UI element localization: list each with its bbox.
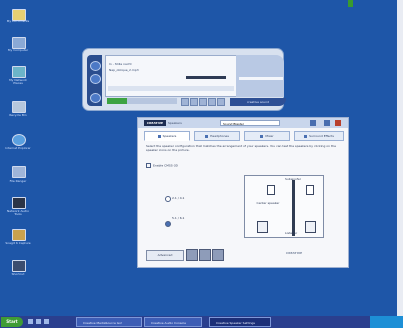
volume-slider[interactable]: [239, 77, 283, 80]
headphones-icon: [205, 134, 209, 138]
tab-surround-effects[interactable]: Surround Effects: [294, 131, 344, 141]
pause-icon[interactable]: [199, 98, 207, 106]
eject-icon[interactable]: [217, 98, 225, 106]
shortcut-icon[interactable]: [12, 260, 26, 272]
track-title: In - Stille nacht: [109, 62, 132, 66]
media-player: In - Stille nacht Nap_oblique_2.mp3 crea…: [78, 47, 286, 111]
radio-label: 5.1 / 6.1: [172, 216, 185, 220]
previous-icon[interactable]: [181, 98, 189, 106]
capture-tool-icon[interactable]: [12, 229, 26, 241]
minimize-icon[interactable]: [324, 120, 330, 126]
mixer-icon: [260, 134, 264, 138]
tab-headphones[interactable]: Headphones: [194, 131, 240, 141]
center-speaker-label: Center speaker: [256, 201, 280, 205]
desktop-icon-label: My Documents: [6, 19, 30, 23]
rear-right-speaker-icon[interactable]: [305, 221, 316, 233]
power-icon[interactable]: [90, 93, 101, 103]
radio-option-2[interactable]: [165, 221, 171, 227]
desktop-icon-label: Snagit 6 Capture: [5, 241, 31, 245]
listener-label: Listener: [285, 231, 298, 235]
description-text: Select the speaker configuration that ma…: [146, 144, 336, 152]
tab-speakers[interactable]: Speakers: [144, 131, 190, 141]
speaker-settings-window: CREATIVE Speakers Sound Blaster Speakers…: [137, 117, 349, 268]
cmss-checkbox[interactable]: Enable CMSS-3D: [146, 163, 178, 168]
player-brand: creative sound: [230, 98, 286, 106]
next-icon[interactable]: [208, 98, 216, 106]
front-left-speaker-icon[interactable]: [267, 185, 275, 195]
network-icon[interactable]: [12, 66, 26, 78]
desktop-icon-label: Network Audio Tools: [6, 209, 29, 216]
desktop-icon-label: File Ranger: [9, 179, 27, 183]
desktop-icon-label: My Network Places: [9, 78, 27, 85]
desktop-icon-label: Recycle Bin: [9, 113, 27, 117]
desktop-icon-label: Shortcut: [11, 272, 25, 276]
checkbox-label: Enable CMSS-3D: [153, 163, 178, 168]
subwoofer-label: Subwoofer: [285, 177, 301, 181]
info-icon[interactable]: [212, 249, 224, 261]
test-icon[interactable]: [186, 249, 198, 261]
speaker-icon: [157, 134, 161, 138]
taskbar-item[interactable]: Creative Audio Console: [144, 317, 202, 327]
brand-logo: CREATIVE: [144, 120, 166, 126]
rear-left-speaker-icon[interactable]: [257, 221, 268, 233]
player-body: In - Stille nacht Nap_oblique_2.mp3 crea…: [82, 48, 286, 111]
corner-marker: [348, 0, 353, 7]
tab-label: Headphones: [210, 134, 229, 138]
tab-label: Mixer: [265, 134, 274, 138]
file-icon[interactable]: [12, 166, 26, 178]
speaker-stand: [292, 180, 295, 236]
player-controls-panel: [236, 55, 284, 97]
stop-icon[interactable]: [190, 98, 198, 106]
taskbar-item[interactable]: Creative Speaker Settings: [209, 317, 271, 327]
footer-brand: CREATIVE: [286, 251, 303, 255]
tab-mixer[interactable]: Mixer: [244, 131, 290, 141]
system-tray: [370, 316, 403, 328]
device-select[interactable]: Sound Blaster: [220, 120, 280, 126]
tab-label: Surround Effects: [309, 134, 334, 138]
speaker-diagram: Subwoofer Center speaker Listener: [244, 175, 324, 238]
close-icon[interactable]: [335, 120, 341, 126]
track-display: In - Stille nacht Nap_oblique_2.mp3: [105, 55, 237, 97]
quicklaunch-desktop-icon[interactable]: [28, 319, 33, 324]
taskbar: Start Creative MediaSource Go! Creative …: [0, 316, 403, 328]
radio-label: 2.1 / 4.1: [172, 196, 185, 200]
track-info: Nap_oblique_2.mp3: [109, 68, 139, 72]
record-icon[interactable]: [90, 74, 101, 84]
progress-fill: [107, 98, 127, 104]
reset-icon[interactable]: [199, 249, 211, 261]
desktop-icon-label: My Computer: [7, 48, 29, 52]
playlist-strip: [108, 86, 234, 91]
start-button[interactable]: Start: [1, 317, 23, 327]
quicklaunch-browser-icon[interactable]: [36, 319, 41, 324]
audio-tool-icon[interactable]: [12, 197, 26, 209]
window-title-bar: CREATIVE Speakers Sound Blaster: [138, 118, 348, 128]
tab-label: Speakers: [162, 134, 177, 138]
desktop-icon-label: Internet Explorer: [5, 146, 31, 150]
progress-bar[interactable]: [107, 98, 177, 104]
screen-edge: [397, 0, 403, 328]
taskbar-item[interactable]: Creative MediaSource Go!: [76, 317, 142, 327]
effects-icon: [304, 134, 308, 138]
radio-option-1[interactable]: [165, 196, 171, 202]
browser-icon[interactable]: [12, 134, 26, 146]
recycle-bin-icon[interactable]: [12, 101, 26, 113]
quicklaunch-media-icon[interactable]: [44, 319, 49, 324]
window-subtitle: Speakers: [168, 121, 182, 125]
play-icon[interactable]: [90, 61, 101, 71]
checkbox-icon: [146, 163, 151, 168]
help-icon[interactable]: [310, 120, 316, 126]
front-right-speaker-icon[interactable]: [306, 185, 314, 195]
track-bar: [186, 76, 226, 79]
advanced-button[interactable]: Advanced: [146, 250, 184, 261]
